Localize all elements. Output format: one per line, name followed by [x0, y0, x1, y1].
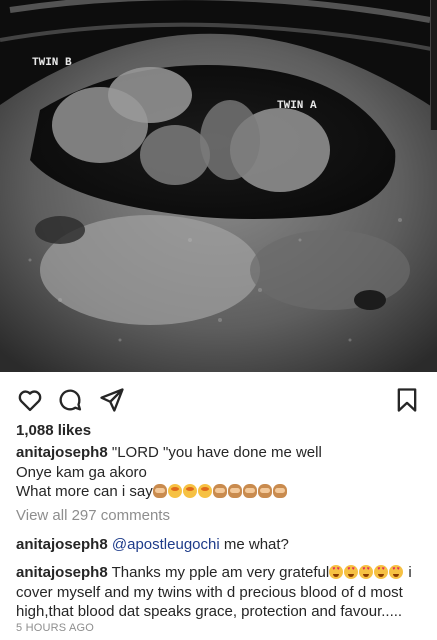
post-actions: [16, 382, 421, 416]
shocked-face-icon: [167, 484, 182, 498]
see-no-evil-monkey-icon: [257, 484, 272, 498]
heart-eyes-face-icon: [359, 565, 374, 579]
comment-mention[interactable]: @apostleugochi: [112, 536, 220, 553]
bookmark-icon[interactable]: [393, 386, 421, 414]
see-no-evil-monkey-icon: [242, 484, 257, 498]
emoji-row: [152, 483, 288, 500]
comment: anitajoseph8 @apostleugochi me what?: [16, 535, 425, 555]
emoji-row: [329, 564, 404, 581]
comment-text: me what?: [219, 536, 289, 553]
ultrasound-scan: TWIN B TWIN A: [0, 0, 437, 372]
see-no-evil-monkey-icon: [227, 484, 242, 498]
heart-icon[interactable]: [16, 386, 44, 414]
see-no-evil-monkey-icon: [272, 484, 287, 498]
likes-count[interactable]: 1,088 likes: [16, 422, 91, 439]
comment: anitajoseph8 Thanks my pple am very grat…: [16, 563, 425, 622]
share-icon[interactable]: [98, 386, 126, 414]
caption-text: "LORD "you have done me well: [111, 444, 322, 461]
comment-icon[interactable]: [56, 386, 84, 414]
post-timestamp: 5 HOURS AGO: [16, 622, 94, 634]
heart-eyes-face-icon: [389, 565, 404, 579]
caption-line: anitajoseph8 "LORD "you have done me wel…: [16, 443, 425, 463]
heart-eyes-face-icon: [344, 565, 359, 579]
shocked-face-icon: [197, 484, 212, 498]
see-no-evil-monkey-icon: [212, 484, 227, 498]
comment-text: Thanks my pple am very grateful: [111, 564, 330, 581]
comment-username[interactable]: anitajoseph8: [16, 536, 108, 553]
caption-text: Onye kam ga akoro: [16, 463, 147, 481]
caption-line: What more can i say: [16, 482, 425, 502]
caption-username[interactable]: anitajoseph8: [16, 444, 108, 461]
twin-b-label: TWIN B: [32, 57, 72, 69]
heart-eyes-face-icon: [374, 565, 389, 579]
shocked-face-icon: [182, 484, 197, 498]
post-caption: anitajoseph8 "LORD "you have done me wel…: [16, 443, 425, 502]
twin-a-label: TWIN A: [277, 100, 317, 112]
view-all-comments-link[interactable]: View all 297 comments: [16, 507, 170, 524]
scroll-indicator: [430, 0, 437, 130]
heart-eyes-face-icon: [329, 565, 344, 579]
post-image[interactable]: TWIN B TWIN A: [0, 0, 437, 372]
comment-username[interactable]: anitajoseph8: [16, 564, 108, 581]
see-no-evil-monkey-icon: [152, 484, 167, 498]
caption-text: What more can i say: [16, 483, 153, 500]
